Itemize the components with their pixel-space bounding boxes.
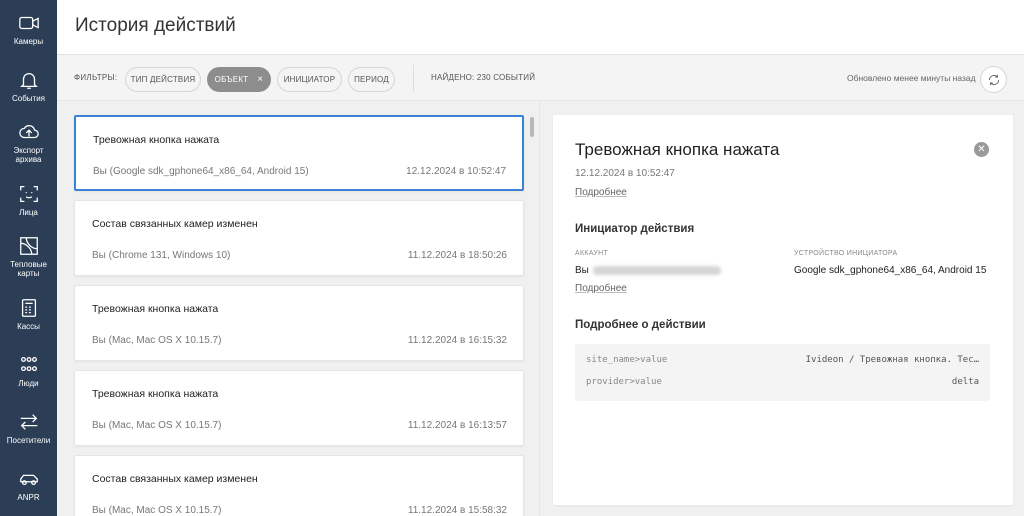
camera-icon bbox=[18, 16, 39, 29]
sidebar-item-faces[interactable]: Лица bbox=[0, 171, 57, 228]
event-list: Тревожная кнопка нажата Вы (Google sdk_g… bbox=[57, 101, 540, 516]
device-label: УСТРОЙСТВО ИНИЦИАТОРА bbox=[794, 250, 898, 257]
sidebar-item-cash-registers[interactable]: Кассы bbox=[0, 285, 57, 342]
sidebar: Камеры События Экспорт архива Лица Тепло… bbox=[0, 0, 57, 516]
filter-chip-action-type[interactable]: ТИП ДЕЙСТВИЯ bbox=[125, 67, 201, 92]
filter-chip-period[interactable]: ПЕРИОД bbox=[348, 67, 395, 92]
account-details-link[interactable]: Подробнее bbox=[575, 283, 627, 294]
arrows-icon bbox=[20, 413, 37, 430]
account-value: Вы bbox=[575, 265, 721, 276]
chip-label: ИНИЦИАТОР bbox=[283, 75, 336, 84]
page-title: История действий bbox=[75, 15, 236, 36]
detail-title: Тревожная кнопка нажата bbox=[575, 140, 780, 159]
filter-bar: ФИЛЬТРЫ: ТИП ДЕЙСТВИЯ ОБЪЕКТ × ИНИЦИАТОР… bbox=[57, 55, 1024, 101]
event-card[interactable]: Тревожная кнопка нажата Вы (Mac, Mac OS … bbox=[74, 370, 524, 446]
initiator-section-title: Инициатор действия bbox=[575, 223, 695, 235]
sidebar-item-archive-export[interactable]: Экспорт архива bbox=[0, 114, 57, 171]
page-header: История действий bbox=[57, 0, 1024, 55]
cash-register-icon bbox=[21, 298, 36, 317]
event-device: Вы (Mac, Mac OS X 10.15.7) bbox=[92, 505, 222, 516]
event-date: 11.12.2024 в 16:13:57 bbox=[407, 420, 507, 431]
event-date: 12.12.2024 в 10:52:47 bbox=[406, 166, 506, 177]
pane-divider bbox=[539, 101, 540, 516]
param-value: delta bbox=[951, 377, 979, 387]
param-value: Ivideon / Тревожная кнопка. Тес… bbox=[805, 355, 979, 365]
event-device: Вы (Mac, Mac OS X 10.15.7) bbox=[92, 335, 222, 346]
sidebar-item-label: События bbox=[11, 93, 46, 103]
event-date: 11.12.2024 в 18:50:26 bbox=[407, 250, 507, 261]
event-card[interactable]: Состав связанных камер изменен Вы (Mac, … bbox=[74, 455, 524, 516]
event-date: 11.12.2024 в 16:15:32 bbox=[407, 335, 507, 346]
close-icon[interactable]: ✕ bbox=[974, 142, 989, 157]
sidebar-item-heatmaps[interactable]: Тепловые карты bbox=[0, 228, 57, 285]
sidebar-item-label: Экспорт архива bbox=[13, 146, 44, 164]
sidebar-item-cameras[interactable]: Камеры bbox=[0, 0, 57, 57]
filter-divider bbox=[413, 65, 414, 92]
sidebar-item-label: Тепловые карты bbox=[10, 260, 47, 278]
param-key: site_name>value bbox=[586, 355, 668, 365]
action-params-box: site_name>value Ivideon / Тревожная кноп… bbox=[575, 344, 990, 401]
chip-label: ТИП ДЕЙСТВИЯ bbox=[130, 75, 196, 84]
detail-date: 12.12.2024 в 10:52:47 bbox=[575, 168, 675, 179]
details-link[interactable]: Подробнее bbox=[575, 187, 627, 198]
sidebar-item-label: ANPR bbox=[17, 492, 40, 502]
account-label: АККАУНТ bbox=[575, 250, 609, 257]
event-card[interactable]: Тревожная кнопка нажата Вы (Google sdk_g… bbox=[74, 115, 524, 191]
sidebar-item-visitors[interactable]: Посетители bbox=[0, 399, 57, 456]
refresh-button[interactable] bbox=[980, 66, 1007, 93]
event-title: Состав связанных камер изменен bbox=[92, 473, 258, 485]
event-device: Вы (Mac, Mac OS X 10.15.7) bbox=[92, 420, 222, 431]
results-count: НАЙДЕНО: 230 СОБЫТИЙ bbox=[431, 73, 536, 82]
sidebar-item-events[interactable]: События bbox=[0, 57, 57, 114]
param-key: provider>value bbox=[586, 377, 662, 387]
sidebar-item-anpr[interactable]: ANPR bbox=[0, 456, 57, 513]
event-device: Вы (Chrome 131, Windows 10) bbox=[92, 250, 231, 261]
redacted-email bbox=[592, 265, 721, 275]
account-name: Вы bbox=[575, 265, 589, 276]
chip-label: ПЕРИОД bbox=[354, 75, 389, 84]
event-title: Состав связанных камер изменен bbox=[92, 218, 258, 230]
event-card[interactable]: Состав связанных камер изменен Вы (Chrom… bbox=[74, 200, 524, 276]
face-icon bbox=[19, 185, 38, 202]
event-title: Тревожная кнопка нажата bbox=[93, 134, 220, 146]
sidebar-item-label: Лица bbox=[19, 207, 38, 217]
device-value: Google sdk_gphone64_x86_64, Android 15 bbox=[794, 265, 987, 276]
chip-label: ОБЪЕКТ bbox=[214, 75, 249, 84]
cloud-upload-icon bbox=[18, 125, 39, 139]
event-title: Тревожная кнопка нажата bbox=[92, 388, 219, 400]
clear-filter-icon[interactable]: × bbox=[257, 74, 263, 85]
people-icon bbox=[20, 356, 37, 371]
event-card[interactable]: Тревожная кнопка нажата Вы (Mac, Mac OS … bbox=[74, 285, 524, 361]
filter-chip-object[interactable]: ОБЪЕКТ × bbox=[207, 67, 271, 92]
sidebar-item-label: Камеры bbox=[13, 36, 44, 46]
event-date: 11.12.2024 в 15:58:32 bbox=[407, 505, 507, 516]
sidebar-item-label: Кассы bbox=[17, 321, 40, 331]
event-device: Вы (Google sdk_gphone64_x86_64, Android … bbox=[93, 166, 309, 177]
action-details-section-title: Подробнее о действии bbox=[575, 319, 706, 331]
event-title: Тревожная кнопка нажата bbox=[92, 303, 219, 315]
heatmap-icon bbox=[19, 237, 38, 255]
sidebar-item-label: Посетители bbox=[6, 435, 51, 445]
car-icon bbox=[19, 474, 38, 485]
sidebar-item-label: Люди bbox=[18, 378, 39, 388]
list-scrollbar[interactable] bbox=[530, 117, 534, 137]
filter-chip-initiator[interactable]: ИНИЦИАТОР bbox=[277, 67, 342, 92]
last-updated-text: Обновлено менее минуты назад bbox=[847, 73, 976, 83]
bell-icon bbox=[19, 72, 38, 89]
event-detail-panel: Тревожная кнопка нажата ✕ 12.12.2024 в 1… bbox=[553, 115, 1013, 505]
filters-label: ФИЛЬТРЫ: bbox=[74, 73, 118, 82]
refresh-icon bbox=[988, 74, 999, 85]
sidebar-item-people[interactable]: Люди bbox=[0, 342, 57, 399]
